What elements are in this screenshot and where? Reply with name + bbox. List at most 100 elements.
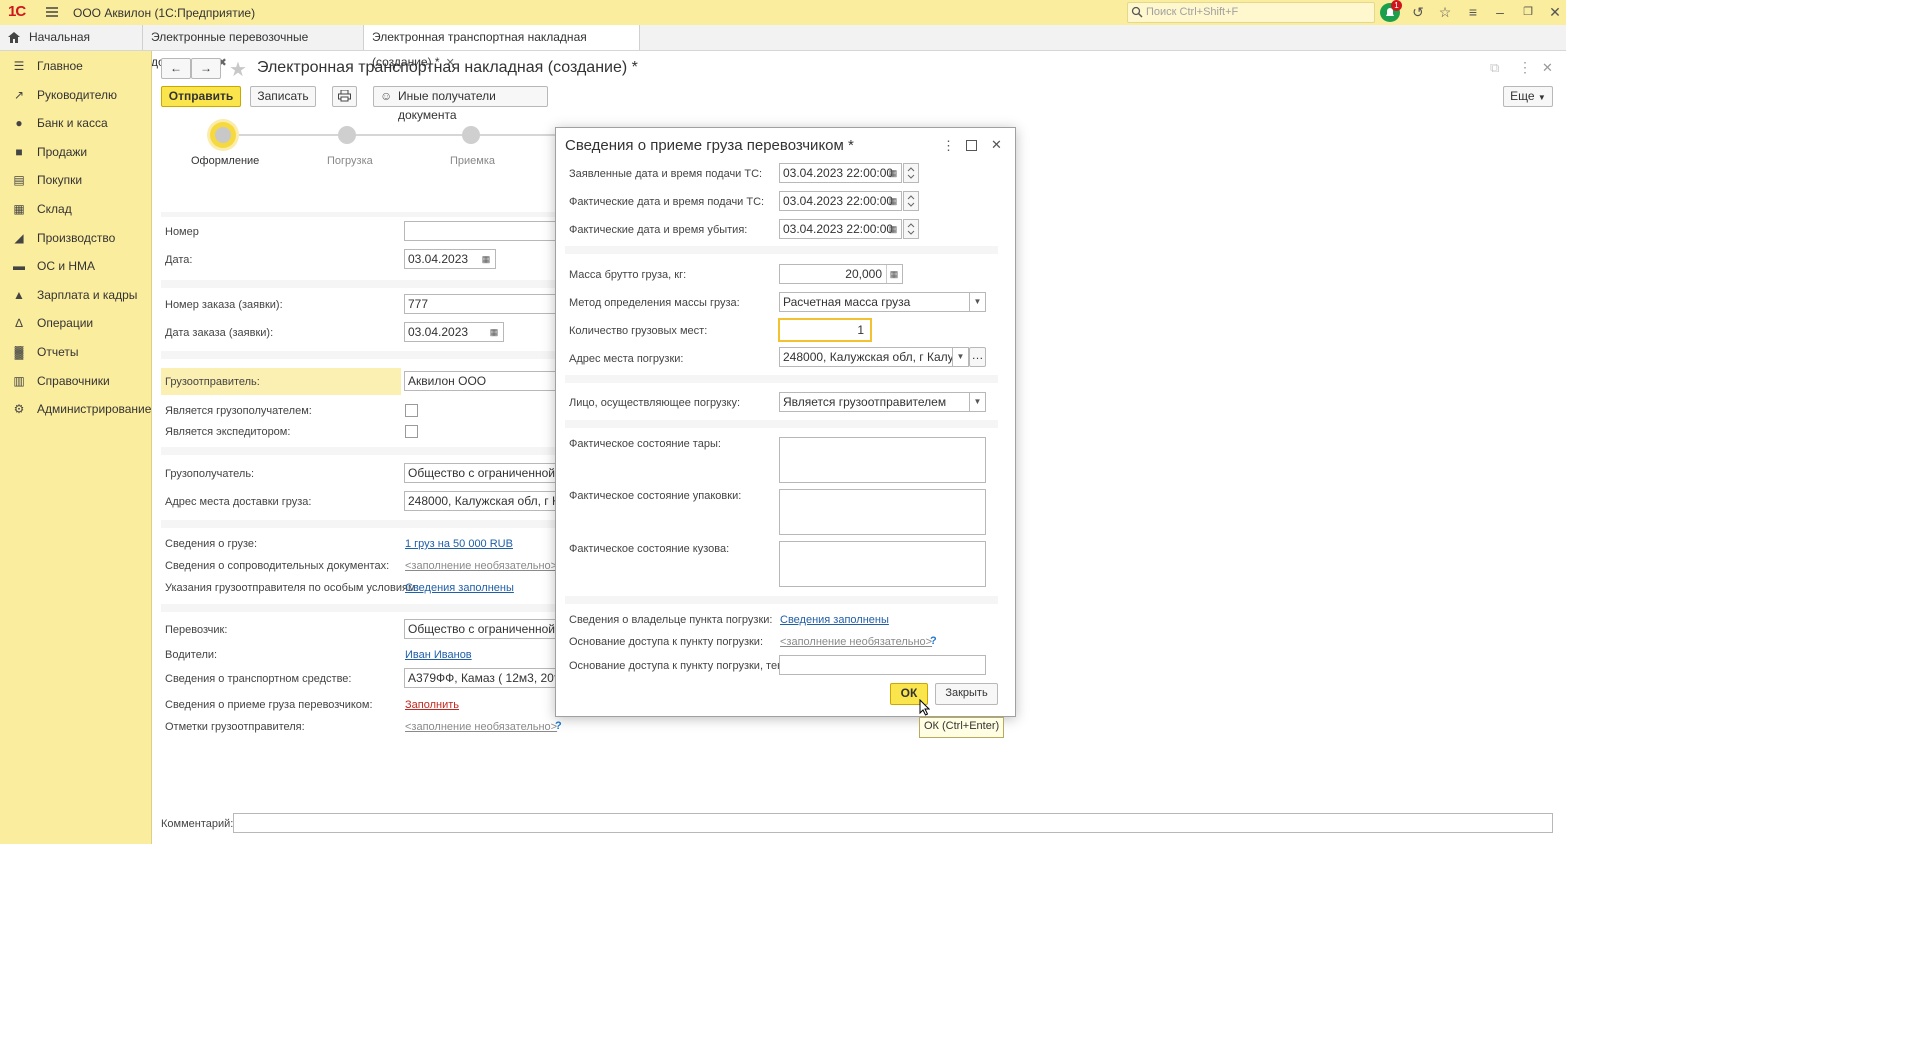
close-button[interactable]: Закрыть xyxy=(935,683,998,705)
carrier-field[interactable]: Общество с ограниченной отв xyxy=(404,619,556,639)
dialog-maximize-icon[interactable] xyxy=(966,140,977,151)
number-field[interactable] xyxy=(404,221,556,241)
loading-address-field[interactable]: 248000, Калужская обл, г Калуга, ▼ xyxy=(779,347,969,367)
other-recipients-button[interactable]: ☺ Иные получатели документа xyxy=(373,86,548,122)
favorite-star-icon[interactable]: ★ xyxy=(229,57,247,82)
number-label: Номер xyxy=(165,226,199,238)
gross-mass-field[interactable]: 20,000 ▦ xyxy=(779,264,903,284)
tab-electronic-docs[interactable]: Электронные перевозочные документы✖ xyxy=(143,25,364,69)
cargo-info-link[interactable]: 1 груз на 50 000 RUB xyxy=(405,538,513,550)
sidebar-item-reports[interactable]: ▓ Отчеты xyxy=(0,338,151,366)
sidebar-item-sales[interactable]: ■ Продажи xyxy=(0,138,151,166)
is-consignee-checkbox[interactable] xyxy=(405,404,418,417)
sidebar-item-salary[interactable]: ▲ Зарплата и кадры xyxy=(0,281,151,309)
sidebar-item-bank[interactable]: ● Банк и касса xyxy=(0,109,151,137)
sidebar-item-production[interactable]: ◢ Производство xyxy=(0,224,151,252)
main-menu-icon[interactable] xyxy=(45,5,59,19)
point-owner-label: Сведения о владельце пункта погрузки: xyxy=(569,614,773,626)
loading-address-label: Адрес места погрузки: xyxy=(569,353,684,365)
vehicle-field[interactable]: А379ФФ, Камаз ( 12м3, 20т) xyxy=(404,668,556,688)
point-owner-link[interactable]: Сведения заполнены xyxy=(780,614,889,626)
help-icon[interactable]: ? xyxy=(555,720,562,732)
loading-address-select-button[interactable]: … xyxy=(969,347,986,367)
restore-icon[interactable]: ❐ xyxy=(1518,3,1538,21)
delivery-address-label: Адрес места доставки груза: xyxy=(165,496,312,508)
sidebar-item-catalogs[interactable]: ▥ Справочники xyxy=(0,367,151,395)
drivers-link[interactable]: Иван Иванов xyxy=(405,649,472,661)
shipper-marks-link[interactable]: <заполнение необязательно> xyxy=(405,721,557,733)
packaging-state-textarea[interactable] xyxy=(779,489,986,535)
history-icon[interactable]: ↺ xyxy=(1408,3,1428,21)
actual-arrival-spinner[interactable] xyxy=(903,191,919,211)
dropdown-arrow-icon[interactable]: ▼ xyxy=(969,293,985,311)
is-forwarder-checkbox[interactable] xyxy=(405,425,418,438)
sidebar-item-purchases[interactable]: ▤ Покупки xyxy=(0,166,151,194)
link-icon[interactable]: ⧉ xyxy=(1490,60,1499,76)
forward-button[interactable]: → xyxy=(191,58,221,79)
declared-arrival-field[interactable]: 03.04.2023 22:00:00 ▦ xyxy=(779,163,902,183)
acceptance-label: Сведения о приеме груза перевозчиком: xyxy=(165,699,373,711)
search-placeholder: Поиск Ctrl+Shift+F xyxy=(1146,6,1239,18)
more-actions-icon[interactable]: ⋮ xyxy=(1518,59,1532,76)
sidebar-item-warehouse[interactable]: ▦ Склад xyxy=(0,195,151,223)
more-button[interactable]: Еще ▼ xyxy=(1503,86,1553,107)
order-date-field[interactable]: 03.04.2023 ▦ xyxy=(404,322,504,342)
calendar-icon[interactable]: ▦ xyxy=(479,250,493,268)
functions-menu-icon[interactable]: ≡ xyxy=(1463,3,1483,21)
access-basis-text-field[interactable] xyxy=(779,655,986,675)
comment-field[interactable] xyxy=(233,813,1553,833)
container-state-textarea[interactable] xyxy=(779,437,986,483)
shipper-label: Грузоотправитель: xyxy=(165,376,260,388)
actual-departure-spinner[interactable] xyxy=(903,219,919,239)
trend-icon: ↗ xyxy=(13,88,25,102)
sidebar-item-main[interactable]: ☰ Главное xyxy=(0,52,151,80)
favorites-icon[interactable]: ☆ xyxy=(1435,3,1455,21)
places-count-field[interactable]: 1 xyxy=(778,318,872,342)
search-input[interactable]: Поиск Ctrl+Shift+F xyxy=(1127,2,1375,23)
shipper-field[interactable]: Аквилон ООО xyxy=(404,371,556,391)
close-window-icon[interactable]: ✕ xyxy=(1545,3,1565,21)
minimize-icon[interactable]: – xyxy=(1490,3,1510,21)
calendar-icon[interactable]: ▦ xyxy=(886,220,900,238)
close-form-icon[interactable]: ✕ xyxy=(1542,60,1553,76)
tab-waybill-creation[interactable]: Электронная транспортная накладная (созд… xyxy=(364,25,640,69)
step-label[interactable]: Приемка xyxy=(450,155,495,167)
send-button[interactable]: Отправить xyxy=(161,86,241,107)
consignee-field[interactable]: Общество с ограниченной отв xyxy=(404,463,556,483)
print-button[interactable] xyxy=(332,86,357,107)
actual-departure-field[interactable]: 03.04.2023 22:00:00 ▦ xyxy=(779,219,902,239)
access-basis-text-label: Основание доступа к пункту погрузки, тек… xyxy=(569,660,796,672)
delivery-address-field[interactable]: 248000, Калужская обл, г Калу xyxy=(404,491,556,511)
dropdown-arrow-icon[interactable]: ▼ xyxy=(969,393,985,411)
sidebar-item-operations[interactable]: ∆ Операции xyxy=(0,309,151,337)
sidebar-item-admin[interactable]: ⚙ Администрирование xyxy=(0,395,152,423)
dropdown-arrow-icon[interactable]: ▼ xyxy=(952,348,968,366)
body-state-label: Фактическое состояние кузова: xyxy=(569,543,730,555)
calendar-icon[interactable]: ▦ xyxy=(886,164,900,182)
mass-method-label: Метод определения массы груза: xyxy=(569,297,740,309)
dialog-more-icon[interactable]: ⋮ xyxy=(942,138,955,154)
calculator-icon[interactable]: ▦ xyxy=(886,265,901,283)
dialog-close-icon[interactable]: ✕ xyxy=(991,137,1002,153)
step-label[interactable]: Погрузка xyxy=(327,155,373,167)
calendar-icon[interactable]: ▦ xyxy=(487,323,501,341)
date-field[interactable]: 03.04.2023 ▦ xyxy=(404,249,496,269)
mass-method-select[interactable]: Расчетная масса груза ▼ xyxy=(779,292,986,312)
declared-arrival-spinner[interactable] xyxy=(903,163,919,183)
sidebar-item-manager[interactable]: ↗ Руководителю xyxy=(0,81,151,109)
actual-arrival-field[interactable]: 03.04.2023 22:00:00 ▦ xyxy=(779,191,902,211)
sidebar-item-assets[interactable]: ▬ ОС и НМА xyxy=(0,252,151,280)
order-number-field[interactable]: 777 xyxy=(404,294,556,314)
save-button[interactable]: Записать xyxy=(250,86,316,107)
access-basis-link[interactable]: <заполнение необязательно> xyxy=(780,636,932,648)
acceptance-fill-link[interactable]: Заполнить xyxy=(405,699,459,711)
loader-select[interactable]: Является грузоотправителем ▼ xyxy=(779,392,986,412)
body-state-textarea[interactable] xyxy=(779,541,986,587)
special-conditions-link[interactable]: Сведения заполнены xyxy=(405,582,514,594)
tab-home[interactable]: Начальная страница xyxy=(0,25,143,69)
accompanying-docs-link[interactable]: <заполнение необязательно> xyxy=(405,560,557,572)
calendar-icon[interactable]: ▦ xyxy=(886,192,900,210)
help-icon[interactable]: ? xyxy=(930,635,937,647)
back-button[interactable]: ← xyxy=(161,58,191,79)
step-label[interactable]: Оформление xyxy=(191,155,259,167)
